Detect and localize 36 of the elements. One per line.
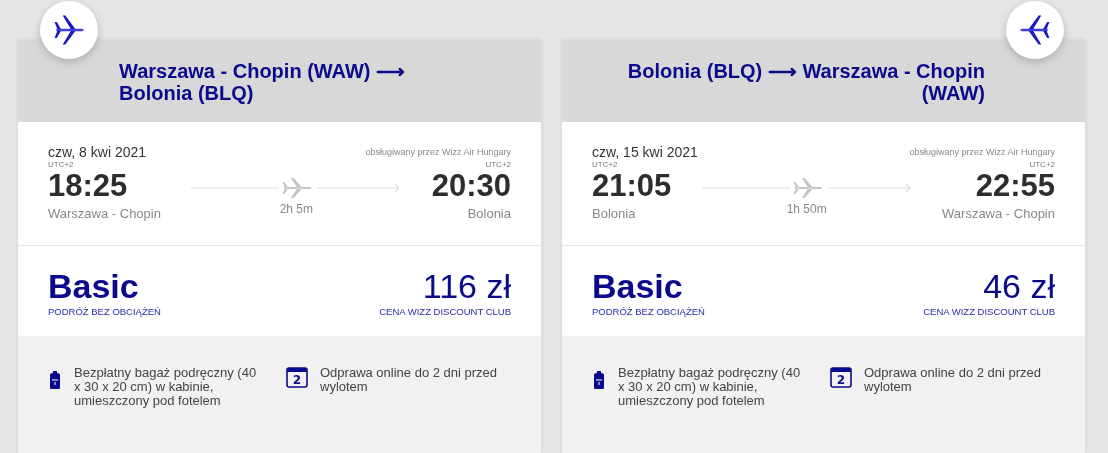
arrival-airport: Bolonia [467, 206, 511, 221]
arrival-time: 20:30 [431, 169, 511, 203]
route-title: Bolonia (BLQ) ⟶ Warszawa - Chopin (WAW) [626, 60, 985, 104]
timezone-label: UTC+2 [48, 160, 75, 169]
backpack-icon [592, 370, 606, 390]
fare-subtitle: PODRÓŻ BEZ OBCIĄŻEŃ [48, 306, 161, 317]
price-note: CENA WIZZ DISCOUNT CLUB [379, 306, 511, 317]
timezone-label: UTC+2 [485, 160, 511, 169]
feature-text: Bezpłatny bagaż podręczny (40 x 30 x 20 cm) w kabinie, umieszczony pod fotelem [74, 366, 258, 408]
fare-subtitle: PODRÓŻ BEZ OBCIĄŻEŃ [592, 306, 705, 317]
flight-duration: 2h 5m [279, 202, 313, 216]
arrival-airport: Warszawa - Chopin [942, 206, 1055, 221]
departure-airport: Warszawa - Chopin [48, 206, 161, 221]
fare-price: 46 zł [983, 268, 1055, 304]
fare-price: 116 zł [422, 268, 511, 304]
operator-text: obsługiwany przez Wizz Air Hungary [365, 147, 511, 157]
departure-time: 21:05 [592, 169, 672, 203]
calendar-icon: 2 [830, 366, 852, 388]
feature-text: Odprawa online do 2 dni przed wylotem [864, 366, 1043, 394]
departure-time: 18:25 [48, 169, 129, 203]
departure-airport: Bolonia [592, 206, 637, 221]
arrival-time: 22:55 [975, 169, 1055, 203]
calendar-icon: 2 [286, 366, 308, 388]
backpack-icon [48, 370, 62, 390]
timezone-label: UTC+2 [592, 160, 619, 169]
flight-date: czw, 8 kwi 2021 [48, 144, 147, 160]
fare-name: Basic [592, 268, 684, 304]
fare-name: Basic [48, 268, 140, 304]
flight-date: czw, 15 kwi 2021 [592, 144, 698, 160]
price-note: CENA WIZZ DISCOUNT CLUB [923, 306, 1055, 317]
feature-text: Odprawa online do 2 dni przed wylotem [320, 366, 499, 394]
timezone-label: UTC+2 [1029, 160, 1055, 169]
route-title: Warszawa - Chopin (WAW) ⟶ Bolonia (BLQ) [119, 60, 407, 104]
flight-duration: 1h 50m [786, 202, 827, 216]
operator-text: obsługiwany przez Wizz Air Hungary [909, 147, 1055, 157]
feature-text: Bezpłatny bagaż podręczny (40 x 30 x 20 cm) w kabinie, umieszczony pod fotelem [618, 366, 802, 408]
